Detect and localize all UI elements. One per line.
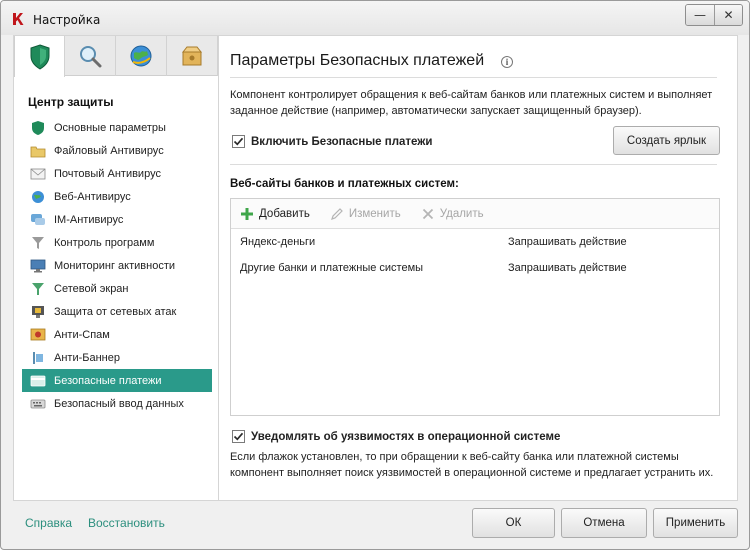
sidebar-item-label: Веб-Антивирус <box>54 190 131 203</box>
settings-panel: Параметры Безопасных платежей i Компонен… <box>219 35 738 501</box>
close-icon: ✕ <box>723 8 734 22</box>
sidebar-item-im-antivirus[interactable]: IM-Антивирус <box>22 208 212 231</box>
sidebar-item-label: Почтовый Антивирус <box>54 167 161 180</box>
kaspersky-logo-icon <box>13 13 24 25</box>
notify-description: Если флажок установлен, то при обращении… <box>230 451 714 479</box>
mail-icon <box>30 166 46 182</box>
sidebar-item-safe-money[interactable]: Безопасные платежи <box>22 369 212 392</box>
add-label: Добавить <box>259 207 310 220</box>
sidebar-item-label: Основные параметры <box>54 121 166 134</box>
sidebar-item-label: Анти-Баннер <box>54 351 120 364</box>
antispam-icon <box>30 327 46 343</box>
folder-icon <box>30 143 46 159</box>
box-icon <box>181 46 203 66</box>
sidebar-item-web-antivirus[interactable]: Веб-Антивирус <box>22 185 212 208</box>
apply-button[interactable]: Применить <box>653 508 738 538</box>
sidebar-item-firewall[interactable]: Сетевой экран <box>22 277 212 300</box>
edit-button[interactable]: Изменить <box>330 207 401 221</box>
category-tabs <box>14 36 218 77</box>
divider <box>230 77 717 78</box>
site-action: Запрашивать действие <box>508 262 627 274</box>
shield-small-icon <box>30 120 46 136</box>
sidebar-item-label: Сетевой экран <box>54 282 129 295</box>
pencil-icon <box>330 207 344 221</box>
sidebar-item-antispam[interactable]: Анти-Спам <box>22 323 212 346</box>
antibanner-icon <box>30 350 46 366</box>
shield-icon <box>30 43 49 70</box>
sidebar-item-label: Анти-Спам <box>54 328 110 341</box>
network-attack-icon <box>30 304 46 320</box>
delete-button[interactable]: Удалить <box>421 207 484 221</box>
site-action: Запрашивать действие <box>508 236 627 248</box>
sidebar-item-mail-antivirus[interactable]: Почтовый Антивирус <box>22 162 212 185</box>
left-panel: Центр защиты Основные параметры Файловый… <box>13 35 219 501</box>
globe-icon <box>130 45 152 67</box>
window-controls: — ✕ <box>685 4 743 26</box>
add-button[interactable]: Добавить <box>240 207 310 221</box>
tab-protection[interactable] <box>14 36 65 77</box>
section-title: Центр защиты <box>28 95 114 109</box>
globe-small-icon <box>30 189 46 205</box>
checkbox-label: Включить Безопасные платежи <box>251 135 433 148</box>
page-title: Параметры Безопасных платежей <box>230 52 485 69</box>
checkbox[interactable] <box>232 430 245 443</box>
monitor-icon <box>30 258 46 274</box>
sidebar-item-label: Безопасные платежи <box>54 374 162 387</box>
sidebar-item-activity-monitor[interactable]: Мониторинг активности <box>22 254 212 277</box>
edit-label: Изменить <box>348 207 401 220</box>
plus-icon <box>240 207 254 221</box>
sidebar-item-label: Контроль программ <box>54 236 155 249</box>
enable-safe-money-checkbox[interactable]: Включить Безопасные платежи <box>232 135 433 148</box>
tab-advanced[interactable] <box>167 36 218 76</box>
magnifier-icon <box>80 46 102 68</box>
sidebar-item-secure-keyboard[interactable]: Безопасный ввод данных <box>22 392 212 415</box>
sites-heading: Веб-сайты банков и платежных систем: <box>230 178 459 190</box>
tab-update[interactable] <box>116 36 167 76</box>
delete-label: Удалить <box>439 207 484 220</box>
sidebar-item-label: IM-Антивирус <box>54 213 124 226</box>
component-description: Компонент контролирует обращения к веб-с… <box>230 89 713 117</box>
keyboard-icon <box>30 396 46 412</box>
card-icon <box>30 373 46 389</box>
delete-icon <box>421 207 435 221</box>
sidebar-item-label: Безопасный ввод данных <box>54 397 184 410</box>
info-icon[interactable]: i <box>501 56 513 68</box>
divider <box>230 164 717 165</box>
sidebar-item-network-attack[interactable]: Защита от сетевых атак <box>22 300 212 323</box>
cancel-button[interactable]: Отмена <box>561 508 647 538</box>
site-name: Яндекс-деньги <box>240 236 316 248</box>
sidebar-item-file-antivirus[interactable]: Файловый Антивирус <box>22 139 212 162</box>
sidebar-item-general[interactable]: Основные параметры <box>22 116 212 139</box>
title-bar[interactable]: Настройка — ✕ <box>1 1 749 35</box>
checkmark-icon <box>233 137 244 146</box>
close-button[interactable]: ✕ <box>714 5 742 25</box>
settings-window: Настройка — ✕ Центр защиты Основные пара… <box>0 0 750 550</box>
window-title: Настройка <box>33 13 101 27</box>
table-row[interactable]: Другие банки и платежные системы Запраши… <box>231 255 719 281</box>
checkbox[interactable] <box>232 135 245 148</box>
help-link[interactable]: Справка <box>25 516 72 530</box>
sidebar-item-label: Файловый Антивирус <box>54 144 164 157</box>
chat-icon <box>30 212 46 228</box>
funnel-icon <box>30 235 46 251</box>
site-name: Другие банки и платежные системы <box>240 262 424 274</box>
tab-scan[interactable] <box>65 36 116 76</box>
sidebar-nav: Основные параметры Файловый Антивирус По… <box>22 116 212 415</box>
restore-link[interactable]: Восстановить <box>88 516 165 530</box>
sites-list: Добавить Изменить Удалить Яндекс-деньги … <box>230 198 720 416</box>
list-toolbar: Добавить Изменить Удалить <box>231 199 719 229</box>
checkmark-icon <box>233 432 244 441</box>
sidebar-item-label: Мониторинг активности <box>54 259 176 272</box>
minimize-icon: — <box>694 8 706 22</box>
checkbox-label: Уведомлять об уязвимостях в операционной… <box>251 430 561 443</box>
sidebar-item-label: Защита от сетевых атак <box>54 305 177 318</box>
notify-vulnerabilities-checkbox[interactable]: Уведомлять об уязвимостях в операционной… <box>232 430 560 443</box>
network-filter-icon <box>30 281 46 297</box>
create-shortcut-button[interactable]: Создать ярлык <box>613 126 720 155</box>
sidebar-item-antibanner[interactable]: Анти-Баннер <box>22 346 212 369</box>
minimize-button[interactable]: — <box>686 5 714 25</box>
table-row[interactable]: Яндекс-деньги Запрашивать действие <box>231 229 719 255</box>
ok-button[interactable]: ОК <box>472 508 555 538</box>
sidebar-item-app-control[interactable]: Контроль программ <box>22 231 212 254</box>
